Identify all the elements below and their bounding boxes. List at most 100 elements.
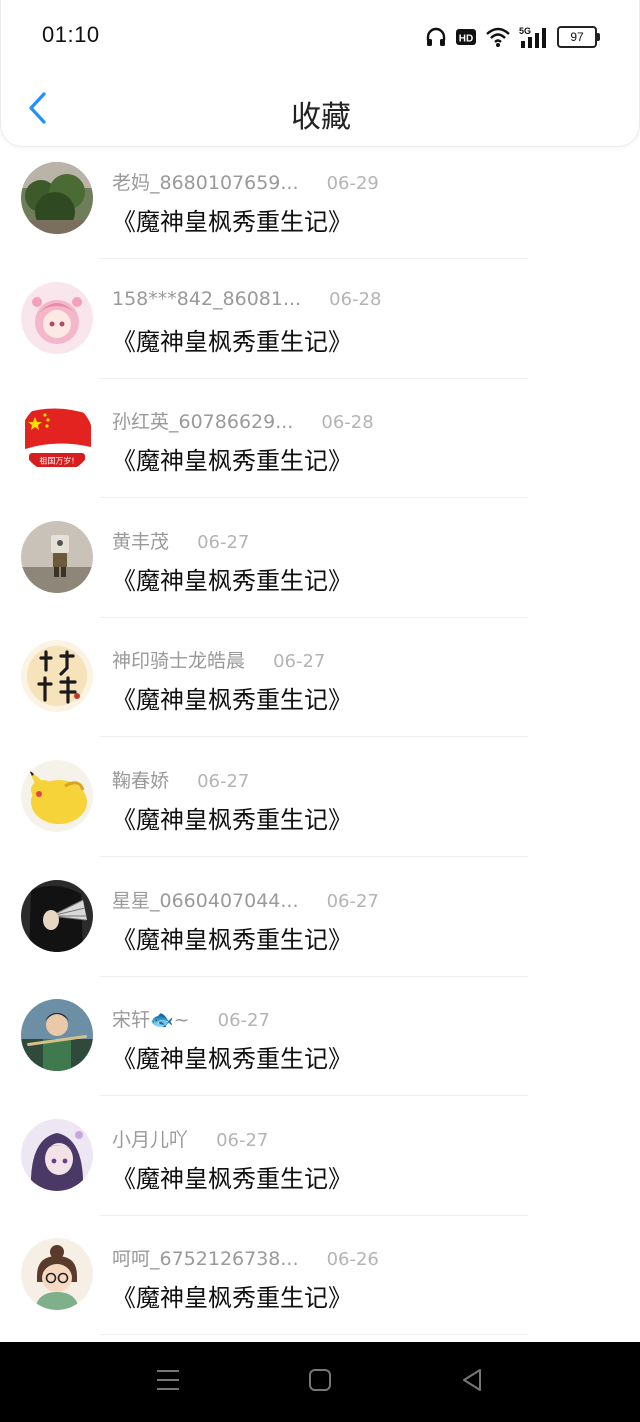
avatar-image — [21, 1118, 93, 1191]
divider — [100, 377, 528, 379]
avatar-image — [21, 999, 93, 1072]
avatar[interactable] — [21, 999, 93, 1072]
menu-icon — [155, 1368, 181, 1396]
date: 06-28 — [329, 288, 382, 310]
list-item[interactable]: 鞠春娇 06-27 《魔神皇枫秀重生记》 — [0, 746, 640, 866]
header: 收藏 — [1, 74, 640, 146]
avatar-image — [21, 281, 93, 354]
avatar-image — [21, 162, 93, 234]
svg-text:HD: HD — [459, 34, 473, 45]
divider — [100, 616, 528, 618]
svg-text:5G: 5G — [519, 26, 531, 36]
back-nav-button[interactable] — [452, 1362, 492, 1402]
book-title[interactable]: 《魔神皇枫秀重生记》 — [112, 1278, 352, 1313]
item-meta: 孙红英_60786629... 06-28 — [112, 407, 374, 435]
top-card: 01:10 HD 5G 97 收藏 — [0, 0, 640, 147]
hd-icon: HD — [455, 27, 477, 47]
user-name[interactable]: 孙红英_60786629... — [112, 407, 293, 434]
avatar[interactable] — [21, 281, 93, 354]
divider — [100, 855, 528, 857]
avatar[interactable] — [21, 640, 93, 713]
date: 06-27 — [197, 531, 250, 553]
user-name[interactable]: 呵呵_6752126738... — [112, 1244, 299, 1271]
list-item[interactable]: 宋轩🐟~ 06-27 《魔神皇枫秀重生记》 — [0, 985, 640, 1105]
list-item[interactable]: 老妈_8680107659... 06-29 《魔神皇枫秀重生记》 — [0, 148, 640, 268]
item-meta: 呵呵_6752126738... 06-26 — [112, 1244, 379, 1272]
battery-indicator: 97 — [557, 26, 600, 48]
menu-button[interactable] — [148, 1362, 188, 1402]
divider — [100, 1334, 528, 1336]
item-meta: 神印骑士龙皓晨 06-27 — [112, 646, 325, 674]
book-title[interactable]: 《魔神皇枫秀重生记》 — [112, 561, 352, 596]
system-nav-bar — [0, 1342, 640, 1422]
book-title[interactable]: 《魔神皇枫秀重生记》 — [112, 322, 352, 357]
avatar[interactable] — [21, 520, 93, 593]
user-name[interactable]: 鞠春娇 — [112, 766, 169, 793]
book-title[interactable]: 《魔神皇枫秀重生记》 — [112, 202, 352, 237]
date: 06-28 — [321, 412, 374, 434]
back-triangle-icon — [460, 1368, 484, 1396]
book-title[interactable]: 《魔神皇枫秀重生记》 — [112, 1039, 352, 1074]
status-bar: 01:10 HD 5G 97 — [1, 0, 640, 74]
user-name[interactable]: 158***842_86081... — [112, 288, 301, 310]
status-icons: HD 5G 97 — [425, 22, 601, 52]
wifi-icon — [485, 26, 511, 48]
list-item[interactable]: 星星_0660407044... 06-27 《魔神皇枫秀重生记》 — [0, 866, 640, 986]
divider — [100, 497, 528, 499]
list-item[interactable]: 祖国万岁! 孙红英_60786629... 06-28 《魔神皇枫秀重生记》 — [0, 387, 640, 507]
item-meta: 小月儿吖 06-27 — [112, 1125, 268, 1153]
divider — [100, 1095, 528, 1097]
avatar-image — [21, 520, 93, 593]
list-item[interactable]: 黄丰茂 06-27 《魔神皇枫秀重生记》 — [0, 507, 640, 627]
favorites-list: 老妈_8680107659... 06-29 《魔神皇枫秀重生记》 158***… — [0, 148, 640, 1344]
avatar-image: 祖国万岁! — [21, 401, 93, 474]
avatar[interactable] — [21, 162, 93, 234]
divider — [100, 975, 528, 977]
date: 06-27 — [273, 651, 326, 673]
user-name[interactable]: 黄丰茂 — [112, 527, 169, 554]
list-item[interactable]: 呵呵_6752126738... 06-26 《魔神皇枫秀重生记》 — [0, 1224, 640, 1344]
5g-signal-icon: 5G — [519, 25, 549, 49]
avatar-image — [21, 640, 93, 713]
item-meta: 星星_0660407044... 06-27 — [112, 886, 379, 914]
avatar[interactable] — [21, 1118, 93, 1191]
avatar-image — [21, 1238, 93, 1311]
page-title: 收藏 — [291, 100, 351, 135]
date: 06-27 — [217, 1010, 270, 1032]
date: 06-26 — [326, 1249, 379, 1271]
book-title[interactable]: 《魔神皇枫秀重生记》 — [112, 441, 352, 476]
divider — [100, 258, 528, 259]
book-title[interactable]: 《魔神皇枫秀重生记》 — [112, 800, 352, 835]
date: 06-29 — [326, 173, 379, 194]
divider — [100, 736, 528, 738]
date: 06-27 — [216, 1129, 269, 1151]
home-button[interactable] — [300, 1362, 340, 1402]
avatar[interactable] — [21, 879, 93, 952]
avatar-caption: 祖国万岁! — [39, 456, 74, 466]
item-meta: 158***842_86081... 06-28 — [112, 288, 381, 316]
item-meta: 宋轩🐟~ 06-27 — [112, 1005, 270, 1033]
item-meta: 黄丰茂 06-27 — [112, 527, 249, 555]
user-name[interactable]: 宋轩🐟~ — [112, 1005, 190, 1032]
user-name[interactable]: 小月儿吖 — [112, 1125, 188, 1152]
divider — [100, 1214, 528, 1216]
avatar-image — [21, 879, 93, 952]
list-item[interactable]: 158***842_86081... 06-28 《魔神皇枫秀重生记》 — [0, 268, 640, 388]
avatar[interactable]: 祖国万岁! — [21, 401, 93, 474]
avatar-image — [21, 759, 93, 832]
home-icon — [308, 1368, 332, 1396]
item-meta: 鞠春娇 06-27 — [112, 766, 249, 794]
list-item[interactable]: 小月儿吖 06-27 《魔神皇枫秀重生记》 — [0, 1105, 640, 1225]
headphones-icon — [425, 26, 447, 48]
book-title[interactable]: 《魔神皇枫秀重生记》 — [112, 680, 352, 715]
list-item[interactable]: 神印骑士龙皓晨 06-27 《魔神皇枫秀重生记》 — [0, 626, 640, 746]
user-name[interactable]: 星星_0660407044... — [112, 886, 299, 913]
avatar[interactable] — [21, 1238, 93, 1311]
book-title[interactable]: 《魔神皇枫秀重生记》 — [112, 920, 352, 955]
item-meta: 老妈_8680107659... 06-29 — [112, 168, 379, 196]
user-name[interactable]: 老妈_8680107659... — [112, 168, 299, 195]
user-name[interactable]: 神印骑士龙皓晨 — [112, 646, 245, 673]
avatar[interactable] — [21, 759, 93, 832]
date: 06-27 — [197, 770, 250, 792]
book-title[interactable]: 《魔神皇枫秀重生记》 — [112, 1159, 352, 1194]
